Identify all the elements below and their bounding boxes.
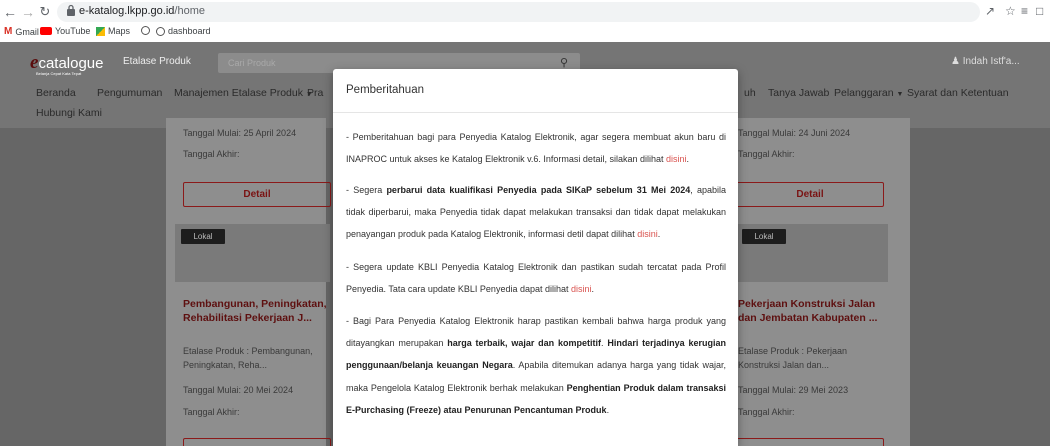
- notice-paragraph-3: - Segera update KBLI Penyedia Katalog El…: [346, 262, 726, 295]
- nav-pelanggaran[interactable]: Pelanggaran ▼: [834, 87, 903, 99]
- search-icon[interactable]: ⚲: [560, 56, 568, 69]
- maps-icon: [96, 26, 105, 36]
- user-name: Indah Istf'a...: [962, 56, 1020, 67]
- nav-tanya-jawab[interactable]: Tanya Jawab: [768, 87, 829, 99]
- detail-button[interactable]: [183, 438, 331, 446]
- bookmark-dashboard[interactable]: dashboard: [156, 26, 211, 36]
- disini-link[interactable]: disini: [666, 154, 687, 164]
- notice-paragraph-2: - Segera perbarui data kualifikasi Penye…: [346, 185, 726, 240]
- nav-uh[interactable]: uh: [744, 87, 756, 99]
- card-end-date: Tanggal Akhir:: [738, 149, 795, 159]
- notice-text: - Segera: [346, 185, 387, 195]
- disini-link[interactable]: disini: [571, 284, 592, 294]
- nav-manajemen-label: Manajemen Etalase Produk: [174, 87, 303, 99]
- detail-button[interactable]: [736, 438, 884, 446]
- modal-divider: [333, 112, 738, 113]
- side-panel-icon[interactable]: □: [1036, 4, 1043, 18]
- url-text[interactable]: e-katalog.lkpp.go.id/home: [79, 5, 205, 17]
- nav-syarat[interactable]: Syarat dan Ketentuan: [907, 87, 1009, 99]
- caret-down-icon: ▼: [896, 91, 904, 98]
- card-title[interactable]: Pembangunan, Peningkatan, Rehabilitasi P…: [183, 297, 328, 325]
- card-start-date: Tanggal Mulai: 29 Mei 2023: [738, 385, 849, 395]
- left-column-bg: [166, 118, 326, 446]
- nav-beranda[interactable]: Beranda: [36, 87, 76, 99]
- notice-text: - Segera update KBLI Penyedia Katalog El…: [346, 262, 726, 295]
- disini-link[interactable]: disini: [637, 229, 658, 239]
- lokal-badge: Lokal: [742, 229, 786, 244]
- ecatalogue-logo[interactable]: ecatalogue: [30, 52, 110, 73]
- card-etalase: Etalase Produk : Pekerjaan Konstruksi Ja…: [738, 346, 848, 370]
- bookmark-gmail[interactable]: M Gmail: [4, 26, 39, 37]
- bookmark-label: dashboard: [168, 26, 211, 36]
- card-start-date: Tanggal Mulai: 25 April 2024: [183, 128, 297, 138]
- gmail-icon: M: [4, 26, 13, 37]
- etalase-produk-link[interactable]: Etalase Produk: [123, 56, 191, 67]
- bookmark-globe[interactable]: [141, 26, 150, 35]
- right-column-bg: [724, 118, 910, 446]
- card-etalase: Etalase Produk : Pembangunan, Peningkata…: [183, 346, 313, 370]
- user-icon: ♟: [951, 56, 960, 67]
- card-end-date: Tanggal Akhir:: [183, 407, 240, 417]
- notice-bold: perbarui data kualifikasi Penyedia pada …: [386, 185, 691, 195]
- forward-icon[interactable]: →: [21, 4, 35, 20]
- card-banner: Lokal: [736, 224, 888, 282]
- search-placeholder: Cari Produk: [228, 58, 276, 68]
- youtube-icon: [40, 27, 52, 35]
- reload-icon[interactable]: ↻: [38, 4, 52, 20]
- card-end-date: Tanggal Akhir:: [738, 407, 795, 417]
- notice-paragraph-1: - Pemberitahuan bagi para Penyedia Katal…: [346, 132, 726, 165]
- user-menu[interactable]: ♟ Indah Istf'a...: [951, 56, 1020, 67]
- star-icon[interactable]: ☆: [1005, 4, 1016, 18]
- notice-paragraph-4: - Bagi Para Penyedia Katalog Elektronik …: [346, 310, 726, 421]
- bookmark-maps[interactable]: Maps: [96, 26, 130, 36]
- card-start-date: Tanggal Mulai: 20 Mei 2024: [183, 385, 294, 395]
- bookmark-label: Gmail: [15, 26, 39, 37]
- detail-button[interactable]: Detail: [183, 182, 331, 207]
- card-title[interactable]: Pekerjaan Konstruksi Jalan dan Jembatan …: [738, 297, 888, 325]
- detail-button[interactable]: Detail: [736, 182, 884, 207]
- nav-manajemen[interactable]: Manajemen Etalase Produk ▼: [174, 87, 313, 99]
- lock-icon[interactable]: [66, 4, 76, 16]
- notice-text: .: [606, 404, 610, 415]
- reading-list-icon[interactable]: ≡: [1021, 4, 1028, 18]
- url-path: /home: [174, 5, 205, 17]
- bookmark-youtube[interactable]: YouTube: [40, 26, 90, 36]
- bookmark-label: Maps: [108, 26, 131, 36]
- logo-text: catalogue: [38, 55, 104, 72]
- lokal-badge: Lokal: [181, 229, 225, 244]
- nav-pelanggaran-label: Pelanggaran: [834, 87, 894, 99]
- card-banner: Lokal: [175, 224, 330, 282]
- url-domain: e-katalog.lkpp.go.id: [79, 5, 175, 17]
- card-start-date: Tanggal Mulai: 24 Juni 2024: [738, 128, 851, 138]
- nav-pra[interactable]: Pra: [307, 87, 323, 99]
- nav-hubungi[interactable]: Hubungi Kami: [36, 107, 102, 119]
- bookmark-label: YouTube: [55, 26, 91, 36]
- share-icon[interactable]: ↗: [985, 4, 995, 18]
- globe-icon: [156, 26, 165, 36]
- nav-pengumuman[interactable]: Pengumuman: [97, 87, 162, 99]
- notification-modal: Pemberitahuan - Pemberitahuan bagi para …: [333, 69, 738, 446]
- modal-title: Pemberitahuan: [346, 84, 424, 96]
- back-icon[interactable]: ←: [3, 4, 17, 20]
- card-end-date: Tanggal Akhir:: [183, 149, 240, 159]
- logo-tagline: Belanja Cepat Kata Tepat: [36, 71, 82, 76]
- notice-bold: harga terbaik, wajar dan kompetitif: [447, 338, 601, 349]
- globe-icon: [141, 26, 150, 35]
